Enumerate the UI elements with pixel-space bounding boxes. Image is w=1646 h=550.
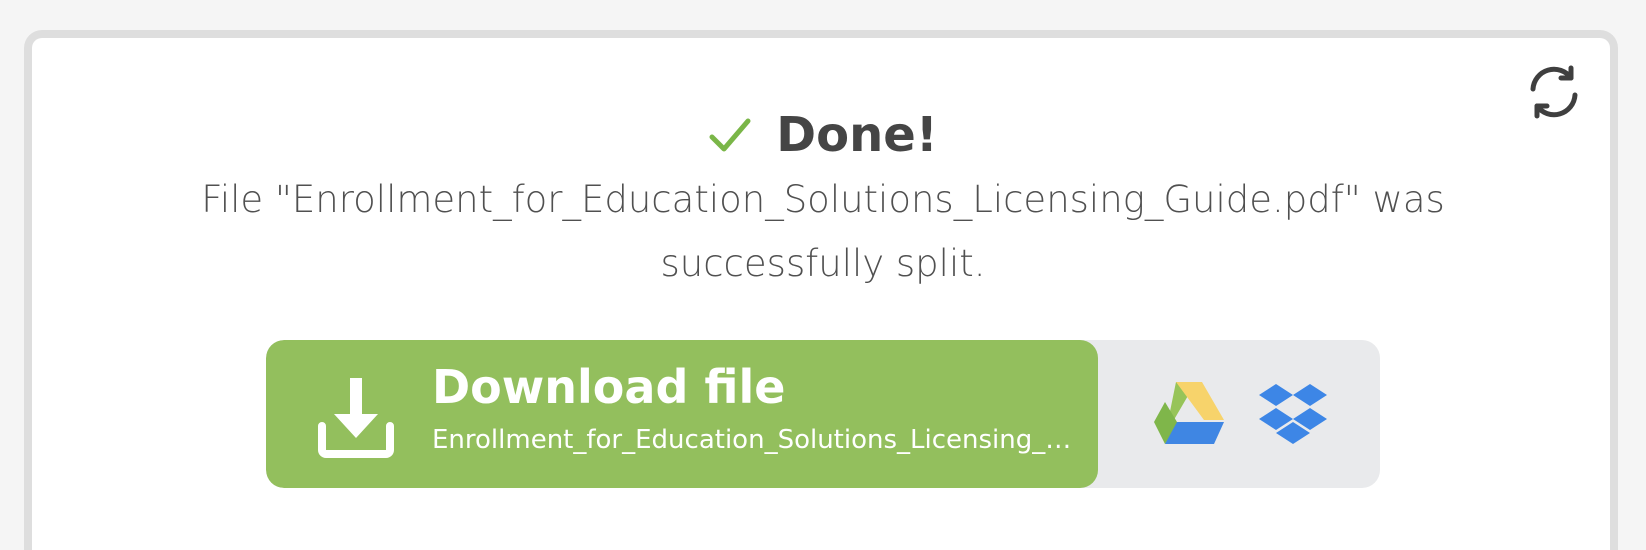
- status-message-text: File "Enrollment_for_Education_Solutions…: [201, 178, 1445, 285]
- download-icon: [316, 374, 396, 458]
- status-title: Done!: [776, 107, 938, 163]
- download-bar: Download file Enrollment_for_Education_S…: [266, 340, 1380, 488]
- download-label: Download file: [432, 360, 786, 414]
- dropbox-icon[interactable]: [1258, 382, 1328, 448]
- status-message: File "Enrollment_for_Education_Solutions…: [200, 168, 1446, 296]
- checkmark-icon: [708, 115, 752, 155]
- google-drive-icon[interactable]: [1152, 380, 1226, 446]
- download-filename: Enrollment_for_Education_Solutions_Licen…: [432, 425, 1072, 455]
- download-file-button[interactable]: Download file Enrollment_for_Education_S…: [266, 340, 1098, 488]
- status-header: Done!: [0, 100, 1646, 170]
